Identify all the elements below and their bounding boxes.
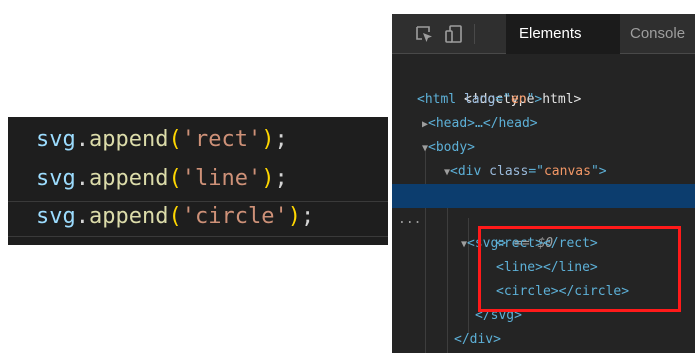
dom-node-body[interactable]: ▼<body>	[392, 136, 695, 160]
row-options-ellipsis[interactable]: ...	[398, 208, 421, 232]
dom-node-div-close[interactable]: </div>	[392, 328, 695, 352]
code-token-open-paren: (	[168, 127, 182, 152]
code-token-dot: .	[75, 166, 89, 191]
dom-node-div-canvas[interactable]: ▼<div class="canvas">	[392, 160, 695, 184]
code-token-string: 'circle'	[181, 204, 288, 229]
tab-console[interactable]: Console	[630, 14, 685, 54]
code-token-open-paren: (	[168, 166, 182, 191]
code-token-close-paren: )	[261, 127, 275, 152]
code-token-object: svg	[36, 127, 76, 152]
code-token-semicolon: ;	[274, 127, 288, 152]
code-token-semicolon: ;	[300, 204, 315, 229]
code-token-dot: .	[75, 204, 89, 229]
tab-elements[interactable]: Elements	[506, 14, 620, 54]
code-token-string: 'line'	[181, 166, 262, 191]
dom-tree: <!doctype html> <html lang="en"> ▶<head>…	[392, 54, 695, 353]
dom-node-html[interactable]: <html lang="en">	[392, 88, 695, 112]
code-line-3: svg.append('circle');	[36, 200, 314, 234]
dom-node-svg-selected[interactable]: ... ▼<svg> == $0	[392, 184, 695, 251]
dom-node-head[interactable]: ▶<head>…</head>	[392, 112, 695, 136]
code-line-2: svg.append('line');	[36, 162, 288, 196]
code-token-object: svg	[36, 204, 76, 229]
code-token-dot: .	[75, 127, 89, 152]
code-token-close-paren: )	[287, 204, 301, 229]
code-token-string: 'rect'	[181, 127, 262, 152]
inspect-element-icon[interactable]	[414, 24, 434, 44]
dom-node-doctype[interactable]: <!doctype html>	[392, 64, 695, 107]
code-editor-snippet: svg.append('rect'); svg.append('line'); …	[8, 117, 388, 245]
dom-node-line[interactable]: <line></line>	[392, 256, 695, 280]
code-token-method: append	[89, 166, 169, 191]
devtools-panel: Elements Console <!doctype html> <html l…	[392, 14, 695, 353]
code-token-semicolon: ;	[274, 166, 288, 191]
dom-node-svg-close[interactable]: </svg>	[392, 304, 695, 328]
toolbar-divider	[474, 24, 475, 44]
code-token-object: svg	[36, 166, 76, 191]
device-toolbar-icon[interactable]	[444, 24, 464, 44]
code-token-open-paren: (	[168, 204, 182, 229]
code-token-method: append	[89, 127, 169, 152]
code-token-close-paren: )	[261, 166, 275, 191]
dom-node-rect[interactable]: <rect></rect>	[392, 232, 695, 256]
dom-node-circle[interactable]: <circle></circle>	[392, 280, 695, 304]
devtools-toolbar: Elements Console	[392, 14, 695, 54]
code-token-method: append	[89, 204, 169, 229]
code-line-1: svg.append('rect');	[36, 123, 288, 157]
